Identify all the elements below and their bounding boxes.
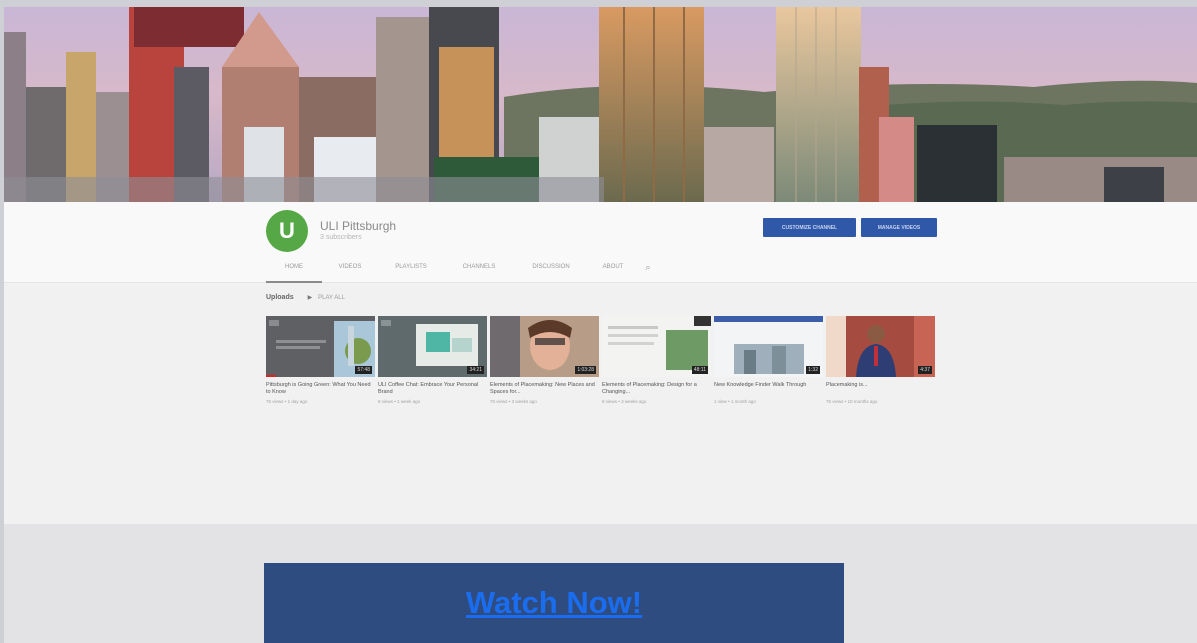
manage-videos-button[interactable]: MANAGE VIDEOS bbox=[861, 218, 937, 237]
video-duration: 57:48 bbox=[355, 366, 372, 374]
video-duration: 1:32 bbox=[806, 366, 820, 374]
video-meta: 76 views • 10 months ago bbox=[826, 399, 878, 404]
tab-home[interactable]: HOME bbox=[266, 258, 322, 283]
video-thumbnail[interactable]: 1:03:28 bbox=[490, 316, 599, 377]
channel-tabs: HOME VIDEOS PLAYLISTS CHANNELS DISCUSSIO… bbox=[266, 258, 658, 283]
play-all-link[interactable]: PLAY ALL bbox=[318, 295, 345, 301]
video-thumbnail[interactable]: 34:21 bbox=[378, 316, 487, 377]
video-title[interactable]: Placemaking is... bbox=[826, 382, 935, 396]
tab-about[interactable]: ABOUT bbox=[588, 258, 638, 283]
channel-header: U ULI Pittsburgh 3 subscribers CUSTOMIZE… bbox=[4, 202, 1197, 283]
uploads-section-header: Uploads ▶ PLAY ALL bbox=[266, 294, 345, 301]
subscriber-count: 3 subscribers bbox=[320, 234, 362, 241]
tab-channels[interactable]: CHANNELS bbox=[444, 258, 514, 283]
youtube-channel-screenshot[interactable]: U ULI Pittsburgh 3 subscribers CUSTOMIZE… bbox=[4, 7, 1197, 524]
video-meta: 1 view • 1 month ago bbox=[714, 399, 756, 404]
video-title[interactable]: Pittsburgh is Going Green: What You Need… bbox=[266, 382, 375, 396]
video-card[interactable]: 1:03:28 Elements of Placemaking: New Pla… bbox=[490, 316, 599, 404]
tab-videos[interactable]: VIDEOS bbox=[322, 258, 378, 283]
tab-discussion[interactable]: DISCUSSION bbox=[514, 258, 588, 283]
video-title[interactable]: ULI Coffee Chat: Embrace Your Personal B… bbox=[378, 382, 487, 396]
video-duration: 1:03:28 bbox=[575, 366, 596, 374]
video-thumbnail[interactable]: 57:48 bbox=[266, 316, 375, 377]
video-thumbnail[interactable]: 1:32 bbox=[714, 316, 823, 377]
customize-channel-button[interactable]: CUSTOMIZE CHANNEL bbox=[763, 218, 856, 237]
video-card[interactable]: 34:21 ULI Coffee Chat: Embrace Your Pers… bbox=[378, 316, 487, 404]
video-meta: 76 views • 1 day ago bbox=[266, 399, 308, 404]
channel-name: ULI Pittsburgh bbox=[320, 219, 397, 233]
video-card[interactable]: 48:11 Elements of Placemaking: Design fo… bbox=[602, 316, 711, 404]
video-card[interactable]: 1:32 New Knowledge Finder Walk Through 1… bbox=[714, 316, 823, 404]
video-card[interactable]: 57:48 Pittsburgh is Going Green: What Yo… bbox=[266, 316, 375, 404]
channel-avatar[interactable]: U bbox=[266, 210, 308, 252]
watch-now-link[interactable]: Watch Now! bbox=[466, 585, 642, 643]
video-title[interactable]: New Knowledge Finder Walk Through bbox=[714, 382, 823, 396]
email-body: U ULI Pittsburgh 3 subscribers CUSTOMIZE… bbox=[4, 7, 1197, 643]
video-thumbnail[interactable]: 48:11 bbox=[602, 316, 711, 377]
play-icon: ▶ bbox=[307, 295, 313, 301]
city-skyline-banner bbox=[4, 7, 1197, 202]
video-duration: 4:37 bbox=[918, 366, 932, 374]
uploads-row: 57:48 Pittsburgh is Going Green: What Yo… bbox=[266, 316, 935, 404]
video-title[interactable]: Elements of Placemaking: New Places and … bbox=[490, 382, 599, 396]
video-card[interactable]: 4:37 Placemaking is... 76 views • 10 mon… bbox=[826, 316, 935, 404]
watch-now-banner: Watch Now! bbox=[264, 563, 844, 643]
video-duration: 34:21 bbox=[467, 366, 484, 374]
tab-playlists[interactable]: PLAYLISTS bbox=[378, 258, 444, 283]
video-thumbnail[interactable]: 4:37 bbox=[826, 316, 935, 377]
video-meta: 8 views • 1 week ago bbox=[378, 399, 421, 404]
search-icon[interactable]: ⌕ bbox=[638, 258, 658, 283]
video-duration: 48:11 bbox=[691, 366, 708, 374]
video-meta: 70 views • 3 weeks ago bbox=[490, 399, 537, 404]
video-title[interactable]: Elements of Placemaking: Design for a Ch… bbox=[602, 382, 711, 396]
video-meta: 8 views • 3 weeks ago bbox=[602, 399, 647, 404]
uploads-heading: Uploads bbox=[266, 294, 294, 301]
